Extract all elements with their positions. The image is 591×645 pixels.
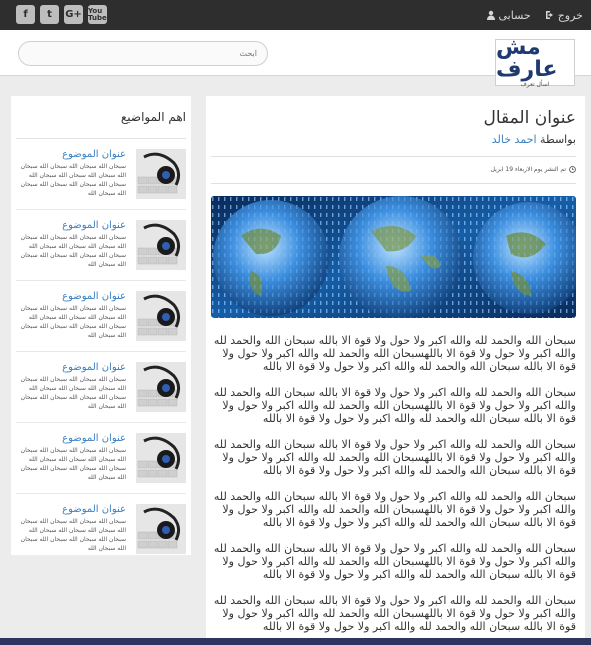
top-nav: خروج حسابى xyxy=(486,0,583,30)
byline-label: بواسطة xyxy=(540,133,576,146)
divider xyxy=(211,156,576,157)
topic-thumbnail xyxy=(136,291,186,341)
search-input[interactable] xyxy=(18,41,268,66)
article-byline: بواسطة احمد خالد xyxy=(211,133,576,146)
bottom-bar xyxy=(0,638,591,645)
twitter-icon[interactable]: t xyxy=(40,5,59,24)
topic-title[interactable]: عنوان الموضوع xyxy=(16,433,126,444)
topic-text: عنوان الموضوع سبحان الله سبحان الله سبحا… xyxy=(16,291,126,351)
social-links: f t G+ You Tube xyxy=(16,5,107,24)
article-hero-image xyxy=(211,196,576,318)
topic-thumbnail xyxy=(136,433,186,483)
topic-excerpt: سبحان الله سبحان الله سبحان الله سبحان ا… xyxy=(20,376,126,410)
topic-title[interactable]: عنوان الموضوع xyxy=(16,220,126,231)
publish-date: تم النشر يوم الاربعاء 19 ابريل xyxy=(211,166,576,173)
topic-thumbnail xyxy=(136,220,186,270)
account-label: حسابى xyxy=(498,8,531,22)
logout-link[interactable]: خروج xyxy=(545,9,583,22)
logo-tagline: اسأل تعرف xyxy=(520,81,550,88)
sign-out-icon xyxy=(545,11,553,19)
article-paragraph: سبحان الله والحمد لله والله اكبر ولا حول… xyxy=(213,386,576,425)
topic-thumbnail xyxy=(136,504,186,554)
publish-date-text: تم النشر يوم الاربعاء 19 ابريل xyxy=(490,166,566,173)
topic-item[interactable]: عنوان الموضوع سبحان الله سبحان الله سبحا… xyxy=(16,352,186,423)
facebook-icon[interactable]: f xyxy=(16,5,35,24)
sidebar-top-topics: اهم المواضيع عنوان الموضوع سبحان الله سب… xyxy=(11,96,191,555)
topic-title[interactable]: عنوان الموضوع xyxy=(16,149,126,160)
topic-title[interactable]: عنوان الموضوع xyxy=(16,291,126,302)
logout-label: خروج xyxy=(557,8,583,22)
sidebar-title: اهم المواضيع xyxy=(16,110,186,139)
topic-title[interactable]: عنوان الموضوع xyxy=(16,362,126,373)
account-link[interactable]: حسابى xyxy=(486,9,531,22)
topic-title[interactable]: عنوان الموضوع xyxy=(16,504,126,515)
article-paragraph: سبحان الله والحمد لله والله اكبر ولا حول… xyxy=(213,438,576,477)
article-title: عنوان المقال xyxy=(483,108,576,128)
topic-excerpt: سبحان الله سبحان الله سبحان الله سبحان ا… xyxy=(20,305,126,339)
divider xyxy=(211,183,576,184)
topic-thumbnail xyxy=(136,362,186,412)
topic-text: عنوان الموضوع سبحان الله سبحان الله سبحا… xyxy=(16,504,126,565)
topic-item[interactable]: عنوان الموضوع سبحان الله سبحان الله سبحا… xyxy=(16,139,186,210)
top-bar: خروج حسابى f t G+ You Tube xyxy=(0,0,591,30)
topic-item[interactable]: عنوان الموضوع سبحان الله سبحان الله سبحا… xyxy=(16,423,186,494)
topic-text: عنوان الموضوع سبحان الله سبحان الله سبحا… xyxy=(16,220,126,280)
author-link[interactable]: احمد خالد xyxy=(492,133,537,146)
topic-excerpt: سبحان الله سبحان الله سبحان الله سبحان ا… xyxy=(20,518,126,552)
topic-item[interactable]: عنوان الموضوع سبحان الله سبحان الله سبحا… xyxy=(16,210,186,281)
topic-excerpt: سبحان الله سبحان الله سبحان الله سبحان ا… xyxy=(20,163,126,197)
article-paragraph: سبحان الله والحمد لله والله اكبر ولا حول… xyxy=(213,542,576,581)
topic-item[interactable]: عنوان الموضوع سبحان الله سبحان الله سبحا… xyxy=(16,281,186,352)
logo-text: مش عارف xyxy=(496,35,558,82)
topic-excerpt: سبحان الله سبحان الله سبحان الله سبحان ا… xyxy=(20,447,126,481)
topic-thumbnail xyxy=(136,149,186,199)
topic-text: عنوان الموضوع سبحان الله سبحان الله سبحا… xyxy=(16,362,126,422)
site-logo[interactable]: مش عارف اسأل تعرف xyxy=(495,35,575,88)
google-plus-icon[interactable]: G+ xyxy=(64,5,83,24)
article-paragraph: سبحان الله والحمد لله والله اكبر ولا حول… xyxy=(213,334,576,373)
user-icon xyxy=(486,10,495,20)
topic-text: عنوان الموضوع سبحان الله سبحان الله سبحا… xyxy=(16,433,126,493)
clock-icon xyxy=(569,166,576,173)
topic-item[interactable]: عنوان الموضوع سبحان الله سبحان الله سبحا… xyxy=(16,494,186,565)
article: عنوان المقال بواسطة احمد خالد تم النشر ي… xyxy=(206,96,585,645)
youtube-icon[interactable]: You Tube xyxy=(88,5,107,24)
article-paragraph: سبحان الله والحمد لله والله اكبر ولا حول… xyxy=(213,594,576,633)
topic-text: عنوان الموضوع سبحان الله سبحان الله سبحا… xyxy=(16,149,126,209)
article-paragraph: سبحان الله والحمد لله والله اكبر ولا حول… xyxy=(213,490,576,529)
topic-excerpt: سبحان الله سبحان الله سبحان الله سبحان ا… xyxy=(20,234,126,268)
